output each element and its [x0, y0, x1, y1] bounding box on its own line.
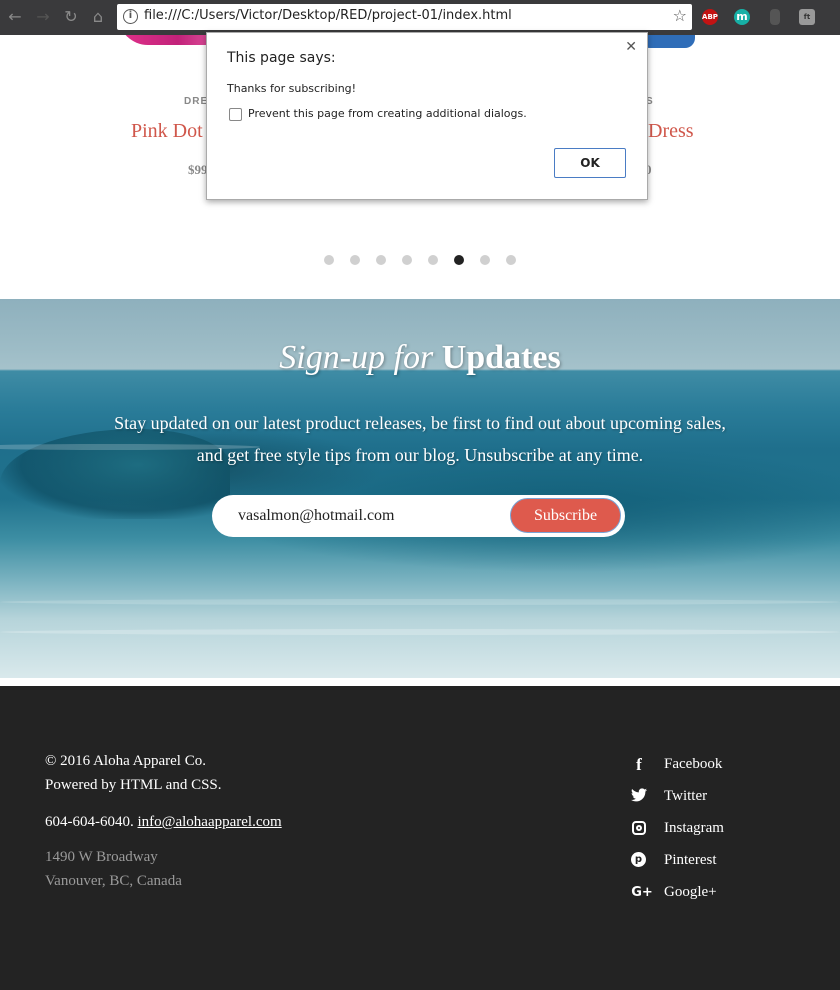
powered-by-text: Powered by HTML and CSS. [45, 777, 222, 793]
social-link-instagram[interactable]: Instagram [630, 818, 810, 842]
browser-toolbar: ← → ↻ ⌂ i file:///C:/Users/Victor/Deskto… [0, 0, 840, 35]
footer: © 2016 Aloha Apparel Co. Powered by HTML… [0, 686, 840, 990]
carousel-dot[interactable] [402, 255, 412, 265]
m-extension-icon[interactable]: m [734, 9, 750, 25]
product-name-left[interactable]: Pink Dot [131, 120, 203, 143]
subscribe-form: Subscribe [212, 495, 625, 537]
signup-description: Stay updated on our latest product relea… [80, 407, 760, 471]
extension-icon[interactable] [770, 9, 780, 25]
prevent-dialogs-label[interactable]: Prevent this page from creating addition… [248, 107, 527, 120]
forward-icon[interactable]: → [33, 7, 53, 27]
social-label-instagram: Instagram [664, 820, 724, 836]
url-text[interactable]: file:///C:/Users/Victor/Desktop/RED/proj… [144, 8, 512, 23]
social-label-twitter: Twitter [664, 788, 708, 804]
dialog-message: Thanks for subscribing! [227, 82, 357, 95]
subscribe-button[interactable]: Subscribe [510, 498, 621, 533]
address-line2: Vanouver, BC, Canada [45, 873, 182, 889]
wave-foam [0, 599, 840, 605]
carousel-dot[interactable] [480, 255, 490, 265]
carousel-dot[interactable] [350, 255, 360, 265]
wave-foam [0, 629, 840, 635]
social-label-facebook: Facebook [664, 756, 723, 772]
carousel-dots [0, 255, 840, 267]
product-category-left: DRE [184, 96, 209, 107]
copyright-text: © 2016 Aloha Apparel Co. [45, 753, 206, 769]
signup-description-line1: Stay updated on our latest product relea… [114, 413, 726, 433]
address-bar[interactable]: i file:///C:/Users/Victor/Desktop/RED/pr… [117, 4, 692, 30]
pinterest-icon: p [631, 852, 646, 867]
carousel-dot[interactable] [506, 255, 516, 265]
home-icon[interactable]: ⌂ [88, 7, 108, 27]
contact-line: 604-604-6040. info@alohaapparel.com [45, 814, 282, 831]
phone-number: 604-604-6040. [45, 814, 134, 830]
signup-title: Sign-up for Updates [0, 339, 840, 377]
address-line1: 1490 W Broadway [45, 849, 158, 865]
carousel-dot[interactable] [428, 255, 438, 265]
dialog-title: This page says: [227, 50, 336, 66]
carousel-dot[interactable] [324, 255, 334, 265]
adblock-extension-icon[interactable]: ABP [702, 9, 718, 25]
signup-title-italic: Sign-up for [279, 339, 434, 376]
social-label-pinterest: Pinterest [664, 852, 717, 868]
info-icon[interactable]: i [123, 9, 138, 24]
carousel-dot[interactable] [376, 255, 386, 265]
close-icon[interactable]: ✕ [625, 39, 637, 55]
ft-extension-icon[interactable]: ft [799, 9, 815, 25]
ok-button[interactable]: OK [554, 148, 626, 178]
reload-icon[interactable]: ↻ [61, 7, 81, 27]
instagram-icon [632, 821, 646, 835]
social-link-google-plus[interactable]: G+ Google+ [630, 882, 810, 906]
twitter-icon [630, 788, 648, 806]
email-input[interactable] [226, 501, 506, 531]
social-link-pinterest[interactable]: p Pinterest [630, 850, 810, 874]
social-link-facebook[interactable]: f Facebook [630, 754, 810, 778]
email-link[interactable]: info@alohaapparel.com [138, 814, 282, 830]
product-name-right[interactable]: Dress [648, 120, 694, 143]
signup-banner: Sign-up for Updates Stay updated on our … [0, 299, 840, 678]
back-icon[interactable]: ← [5, 7, 25, 27]
signup-title-bold: Updates [441, 339, 561, 376]
prevent-dialogs-checkbox[interactable] [229, 108, 242, 121]
social-label-google-plus: Google+ [664, 884, 717, 900]
bookmark-star-icon[interactable]: ☆ [673, 6, 687, 25]
product-price-left: $99 [188, 162, 208, 177]
social-link-twitter[interactable]: Twitter [630, 786, 810, 810]
signup-description-line2: and get free style tips from our blog. U… [196, 445, 644, 465]
alert-dialog: ✕ This page says: Thanks for subscribing… [206, 32, 648, 200]
google-plus-icon: G+ [631, 885, 653, 900]
carousel-dot[interactable] [454, 255, 464, 265]
product-image-right[interactable] [640, 35, 695, 48]
facebook-icon: f [636, 755, 642, 774]
